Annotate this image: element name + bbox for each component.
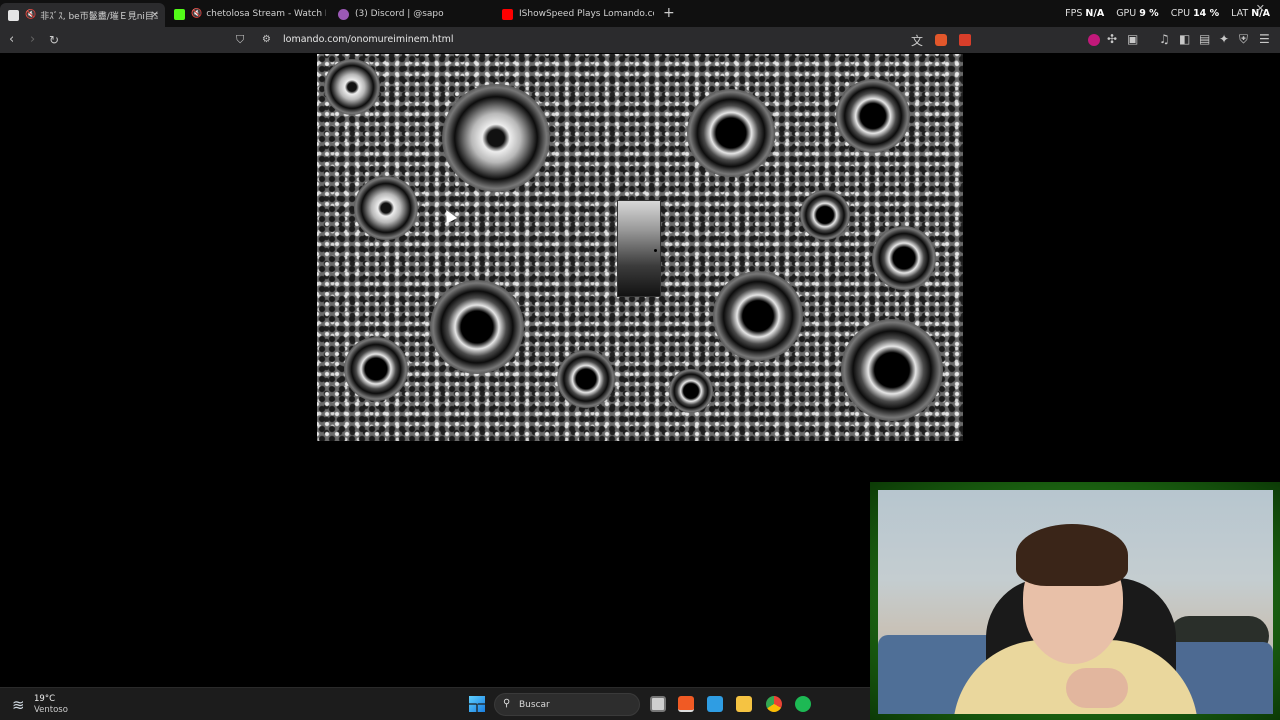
brave-shields-icon[interactable] bbox=[935, 34, 947, 46]
tab-discord[interactable]: (3) Discord | @sapo bbox=[330, 3, 490, 25]
weather-temperature[interactable]: 19°C bbox=[34, 694, 55, 704]
vpn-icon[interactable]: ⛨ bbox=[1239, 32, 1248, 47]
task-view-icon[interactable] bbox=[650, 696, 666, 712]
puzzle-icon[interactable]: ✣ bbox=[1107, 32, 1117, 46]
eye-socket[interactable] bbox=[669, 369, 713, 413]
eye-socket[interactable] bbox=[430, 280, 524, 374]
tab-favicon bbox=[8, 9, 19, 21]
window-close-icon[interactable]: ✕ bbox=[1256, 2, 1265, 15]
webcam-overlay bbox=[870, 482, 1280, 720]
door[interactable] bbox=[617, 200, 661, 297]
speaker-muted-icon[interactable]: 🔇 bbox=[25, 10, 36, 20]
sidebar-icon[interactable]: ◧ bbox=[1179, 32, 1190, 46]
kick-icon bbox=[174, 8, 185, 20]
system-monitor: FPS N/A GPU 9 % CPU 14 % LAT N/A bbox=[1065, 8, 1270, 19]
eye-socket[interactable] bbox=[836, 79, 910, 153]
store-icon[interactable] bbox=[707, 696, 723, 712]
screenshot-icon[interactable]: ▣ bbox=[1127, 32, 1138, 46]
webcam-person-hand bbox=[1066, 668, 1128, 708]
tab-title: (3) Discord | @sapo bbox=[355, 9, 444, 19]
gpu-readout: GPU 9 % bbox=[1116, 8, 1159, 19]
webcam-person-hair bbox=[1016, 524, 1128, 586]
url-field[interactable]: lomando.com/onomureiminem.html bbox=[283, 34, 454, 45]
brave-rewards-icon[interactable] bbox=[959, 34, 971, 46]
eye-socket[interactable] bbox=[442, 84, 550, 192]
search-icon: ⚲ bbox=[503, 698, 511, 709]
discord-icon bbox=[338, 8, 349, 20]
game-canvas[interactable] bbox=[317, 54, 963, 441]
chrome-icon[interactable] bbox=[766, 696, 782, 712]
menu-icon[interactable]: ☰ bbox=[1259, 32, 1270, 46]
door-knob bbox=[654, 249, 657, 252]
eye-socket[interactable] bbox=[872, 226, 936, 290]
bookmark-icon[interactable]: ⛉ bbox=[236, 31, 244, 49]
eye-socket[interactable] bbox=[687, 89, 775, 177]
eye-socket[interactable] bbox=[800, 190, 850, 240]
reload-icon[interactable]: ↻ bbox=[49, 31, 59, 49]
brave-browser-icon[interactable] bbox=[678, 696, 694, 712]
speaker-muted-icon[interactable]: 🔇 bbox=[191, 9, 202, 19]
site-info-icon[interactable]: ⚙ bbox=[262, 31, 271, 49]
tab-title: 非ｽﾞｽ, be帀鬣衋/璀Ｅ見ni目ﾆ bbox=[40, 11, 159, 22]
tab-strip: 🔇 非ｽﾞｽ, be帀鬣衋/璀Ｅ見ni目ﾆ ✕ 🔇 chetolosa Stre… bbox=[0, 0, 1280, 27]
weather-wind-icon[interactable]: ≋ bbox=[12, 696, 25, 714]
plus-icon[interactable]: + bbox=[663, 5, 675, 21]
youtube-icon bbox=[502, 8, 513, 20]
eye-socket[interactable] bbox=[841, 319, 943, 421]
tab-title: chetolosa Stream - Watch Live on bbox=[206, 9, 326, 19]
media-icon[interactable]: ♫ bbox=[1159, 32, 1170, 46]
windows-start-icon[interactable] bbox=[469, 696, 485, 712]
eye-socket[interactable] bbox=[324, 59, 380, 115]
webcam-feed bbox=[878, 490, 1273, 714]
wallet-icon[interactable]: ▤ bbox=[1199, 32, 1210, 46]
address-toolbar: ‹ › ↻ ⛉ ⚙ lomando.com/onomureiminem.html… bbox=[0, 27, 1280, 53]
eye-socket[interactable] bbox=[713, 271, 803, 361]
tab-active[interactable]: 🔇 非ｽﾞｽ, be帀鬣衋/璀Ｅ見ni目ﾆ ✕ bbox=[0, 3, 165, 27]
tab-kick[interactable]: 🔇 chetolosa Stream - Watch Live on bbox=[166, 3, 326, 25]
eye-socket[interactable] bbox=[344, 337, 408, 401]
tab-title: IShowSpeed Plays Lomando.com (PA bbox=[519, 9, 654, 19]
taskbar-search[interactable]: ⚲ Buscar bbox=[494, 693, 640, 716]
fps-readout: FPS N/A bbox=[1065, 8, 1105, 19]
eye-socket[interactable] bbox=[557, 350, 615, 408]
weather-description[interactable]: Ventoso bbox=[34, 705, 68, 715]
eye-socket[interactable] bbox=[354, 176, 418, 240]
cpu-readout: CPU 14 % bbox=[1170, 8, 1220, 19]
back-icon[interactable]: ‹ bbox=[9, 31, 14, 49]
tab-youtube[interactable]: IShowSpeed Plays Lomando.com (PA bbox=[494, 3, 654, 25]
forward-icon[interactable]: › bbox=[30, 31, 35, 49]
close-icon[interactable]: ✕ bbox=[151, 10, 159, 21]
search-placeholder: Buscar bbox=[519, 700, 550, 710]
file-explorer-icon[interactable] bbox=[736, 696, 752, 712]
extension-icon[interactable] bbox=[1088, 34, 1100, 46]
windows-taskbar: ≋ 19°C Ventoso ⚲ Buscar bbox=[0, 687, 870, 720]
leo-ai-icon[interactable]: ✦ bbox=[1219, 32, 1229, 46]
spotify-icon[interactable] bbox=[795, 696, 811, 712]
translate-icon[interactable]: 文 bbox=[911, 32, 923, 49]
